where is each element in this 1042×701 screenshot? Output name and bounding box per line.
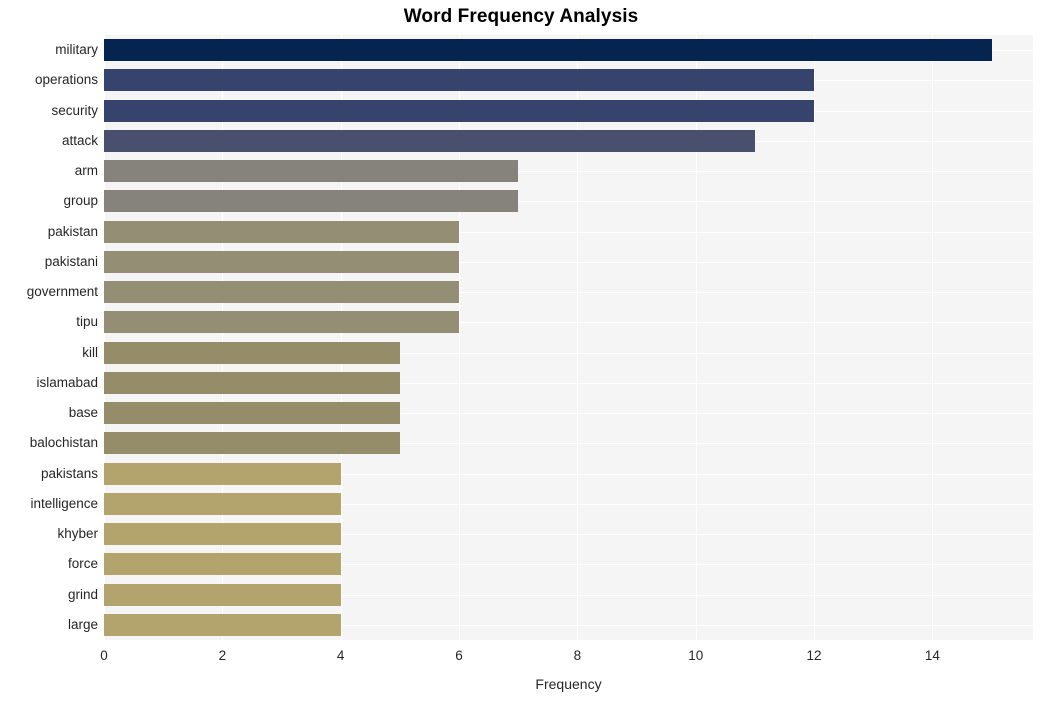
y-tick-label: arm bbox=[74, 163, 98, 179]
x-tick-label: 8 bbox=[573, 648, 582, 663]
y-tick-label: operations bbox=[34, 72, 98, 88]
bar bbox=[104, 69, 815, 92]
y-axis: military operations security attack arm group… bbox=[0, 35, 98, 640]
plot-area bbox=[104, 35, 1033, 640]
bar bbox=[104, 39, 992, 62]
y-tick-label: islamabad bbox=[36, 374, 98, 390]
gridline-vertical bbox=[222, 35, 224, 640]
bar bbox=[104, 492, 341, 515]
y-tick-label: base bbox=[68, 405, 98, 421]
y-tick-label: security bbox=[51, 102, 98, 118]
y-tick-label: tipu bbox=[76, 314, 98, 330]
gridline-vertical bbox=[104, 35, 105, 640]
x-tick-label: 12 bbox=[806, 648, 822, 663]
bar bbox=[104, 402, 400, 425]
y-tick-label: kill bbox=[82, 344, 98, 360]
y-tick-label: balochistan bbox=[29, 435, 98, 451]
gridline-vertical bbox=[814, 35, 816, 640]
x-tick-label: 14 bbox=[924, 648, 940, 663]
x-axis-title: Frequency bbox=[535, 676, 602, 692]
bar bbox=[104, 190, 519, 213]
bar bbox=[104, 129, 755, 152]
y-tick-label: force bbox=[67, 556, 98, 572]
bar bbox=[104, 583, 341, 606]
gridline-vertical bbox=[577, 35, 579, 640]
x-tick-label: 4 bbox=[336, 648, 345, 663]
bar bbox=[104, 613, 341, 636]
chart-figure: Word Frequency Analysis military operatio… bbox=[0, 0, 1042, 701]
x-tick-label: 0 bbox=[100, 648, 108, 663]
bar bbox=[104, 311, 460, 334]
gridline-vertical bbox=[459, 35, 461, 640]
gridline-vertical bbox=[695, 35, 697, 640]
bar bbox=[104, 160, 519, 183]
y-tick-label: attack bbox=[61, 132, 98, 148]
y-tick-label: military bbox=[55, 42, 98, 58]
bar bbox=[104, 432, 400, 455]
y-tick-label: pakistans bbox=[40, 465, 98, 481]
bar bbox=[104, 523, 341, 546]
y-tick-label: grind bbox=[67, 586, 98, 602]
y-tick-label: pakistan bbox=[47, 223, 98, 239]
x-tick-label: 2 bbox=[218, 648, 227, 663]
x-tick-label: 10 bbox=[688, 648, 704, 663]
bar bbox=[104, 250, 460, 273]
gridline-vertical bbox=[932, 35, 934, 640]
bar bbox=[104, 553, 341, 576]
bar bbox=[104, 220, 460, 243]
y-tick-label: group bbox=[63, 193, 98, 209]
y-tick-label: pakistani bbox=[44, 253, 98, 269]
gridline-vertical bbox=[340, 35, 342, 640]
y-tick-label: large bbox=[67, 616, 98, 632]
bar bbox=[104, 341, 400, 364]
y-tick-label: khyber bbox=[57, 526, 98, 542]
y-tick-label: government bbox=[26, 284, 98, 300]
chart-title: Word Frequency Analysis bbox=[403, 6, 639, 27]
x-tick-label: 6 bbox=[455, 648, 463, 663]
y-tick-label: intelligence bbox=[30, 495, 98, 511]
bar bbox=[104, 99, 815, 122]
bar bbox=[104, 371, 400, 394]
bar bbox=[104, 281, 460, 304]
x-axis: Frequency 0 2 4 6 8 10 12 14 bbox=[0, 640, 1042, 701]
bar bbox=[104, 462, 341, 485]
